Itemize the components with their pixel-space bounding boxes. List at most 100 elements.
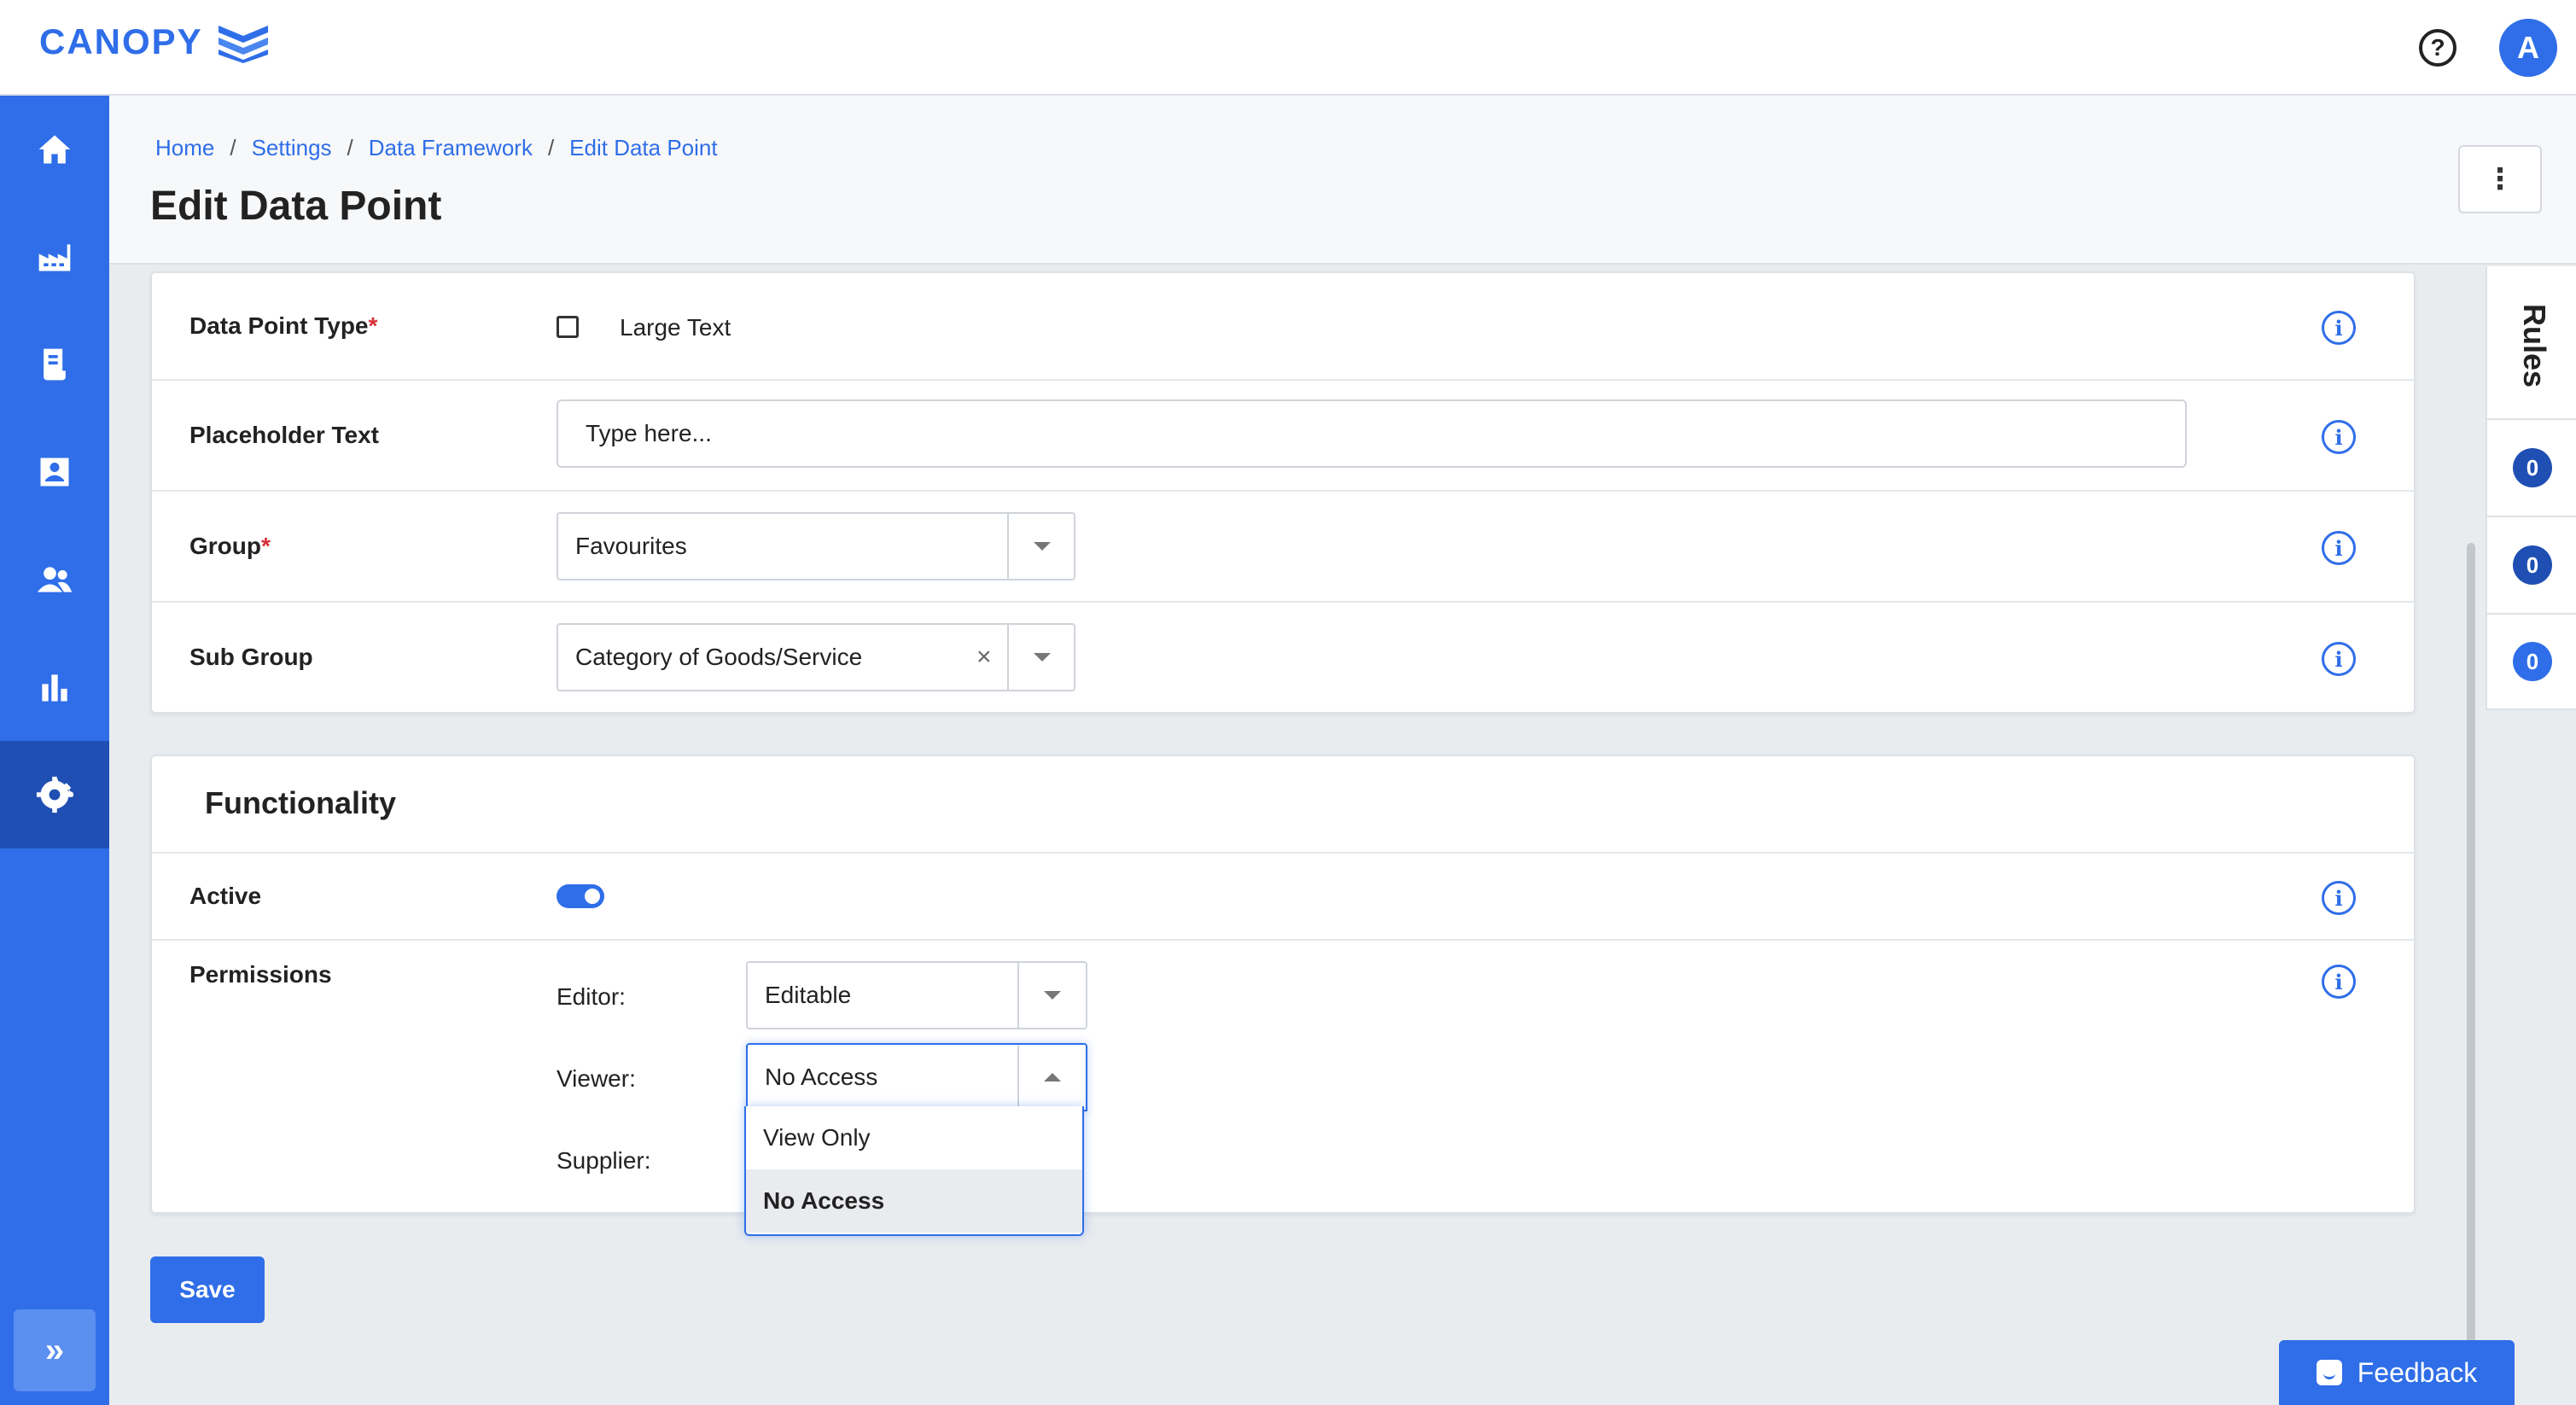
- sub-group-select[interactable]: Category of Goods/Service ×: [557, 623, 1075, 691]
- avatar-initial: A: [2517, 30, 2539, 65]
- group-label: Group*: [189, 533, 271, 560]
- sidebar-item-settings[interactable]: [0, 741, 109, 848]
- editor-select[interactable]: Editable: [746, 961, 1087, 1029]
- chevron-down-icon[interactable]: [1009, 514, 1075, 579]
- sidebar-item-analytics[interactable]: [0, 633, 109, 741]
- supplier-label: Supplier:: [557, 1147, 651, 1174]
- avatar[interactable]: A: [2499, 19, 2557, 77]
- viewer-label: Viewer:: [557, 1065, 636, 1092]
- editor-select-value: Editable: [765, 982, 852, 1008]
- more-options-button[interactable]: ⋮: [2458, 145, 2542, 213]
- sidebar-item-users[interactable]: [0, 526, 109, 633]
- info-icon[interactable]: i: [2322, 965, 2356, 999]
- sidebar-item-documents[interactable]: [0, 311, 109, 418]
- functionality-header: Functionality: [152, 756, 2414, 854]
- data-point-type-label: Data Point Type*: [189, 312, 377, 340]
- required-mark: *: [368, 312, 378, 339]
- sidebar-item-contacts[interactable]: [0, 418, 109, 526]
- expand-sidebar-button[interactable]: »: [14, 1309, 96, 1391]
- editor-label: Editor:: [557, 983, 626, 1010]
- sidebar: »: [0, 96, 109, 1405]
- factory-icon: [38, 244, 71, 271]
- rules-title[interactable]: Rules: [2516, 304, 2552, 388]
- row-data-point-type: Data Point Type* Large Text i: [152, 273, 2414, 381]
- logo-text: CANOPY: [39, 21, 203, 61]
- chevron-down-icon[interactable]: [1019, 963, 1086, 1028]
- large-text-checkbox[interactable]: [557, 316, 579, 338]
- sidebar-item-home[interactable]: [0, 96, 109, 203]
- breadcrumb-data-framework[interactable]: Data Framework: [369, 135, 533, 161]
- viewer-dropdown-menu: View Only No Access: [744, 1106, 1084, 1236]
- info-glyph: i: [2334, 646, 2343, 672]
- info-glyph: i: [2334, 315, 2343, 341]
- group-select[interactable]: Favourites: [557, 512, 1075, 580]
- rule-count-badge: 0: [2513, 642, 2552, 681]
- save-button[interactable]: Save: [150, 1256, 265, 1323]
- breadcrumb: Home / Settings / Data Framework / Edit …: [155, 135, 718, 161]
- active-toggle[interactable]: [557, 884, 604, 908]
- sub-group-label: Sub Group: [189, 644, 313, 670]
- document-icon: [44, 348, 66, 381]
- row-placeholder-text: Placeholder Text i: [152, 381, 2414, 492]
- active-label: Active: [189, 883, 262, 909]
- sub-group-select-value: Category of Goods/Service: [575, 644, 863, 670]
- functionality-card: Functionality Active i Permissions i Edi…: [150, 755, 2416, 1214]
- rule-count-cell[interactable]: 0: [2487, 613, 2576, 710]
- viewer-select[interactable]: No Access: [746, 1043, 1087, 1111]
- breadcrumb-separator: /: [230, 135, 236, 160]
- breadcrumb-settings[interactable]: Settings: [252, 135, 332, 161]
- placeholder-text-input[interactable]: [557, 399, 2187, 468]
- users-icon: [37, 567, 73, 592]
- feedback-icon: [2316, 1360, 2342, 1385]
- chevron-down-icon[interactable]: [1009, 625, 1075, 690]
- top-bar: CANOPY ? A: [0, 0, 2576, 96]
- scrollbar-thumb[interactable]: [2467, 543, 2475, 1405]
- required-mark: *: [261, 533, 271, 559]
- clear-icon[interactable]: ×: [976, 625, 992, 690]
- permissions-label: Permissions: [189, 961, 332, 988]
- feedback-label: Feedback: [2357, 1356, 2478, 1388]
- rule-count-cell[interactable]: 0: [2487, 516, 2576, 613]
- chevron-up-icon[interactable]: [1019, 1045, 1086, 1110]
- home-icon: [38, 135, 71, 164]
- viewer-select-value[interactable]: No Access: [765, 1045, 877, 1110]
- large-text-label: Large Text: [620, 314, 731, 341]
- rule-count-badge: 0: [2513, 545, 2552, 585]
- info-icon[interactable]: i: [2322, 311, 2356, 345]
- canopy-logo[interactable]: CANOPY: [39, 20, 271, 63]
- breadcrumb-edit-data-point[interactable]: Edit Data Point: [569, 135, 717, 161]
- row-permissions: Permissions i Editor: Editable Viewer: N…: [152, 941, 2414, 1214]
- row-group: Group* Favourites i: [152, 492, 2414, 603]
- details-card: Data Point Type* Large Text i Placeholde…: [150, 271, 2416, 714]
- info-glyph: i: [2334, 885, 2343, 911]
- info-icon[interactable]: i: [2322, 881, 2356, 915]
- info-glyph: i: [2334, 969, 2343, 994]
- info-icon[interactable]: i: [2322, 642, 2356, 676]
- data-point-type-label-text: Data Point Type: [189, 312, 369, 339]
- gear-icon: [36, 776, 73, 813]
- placeholder-text-label: Placeholder Text: [189, 422, 380, 448]
- breadcrumb-home[interactable]: Home: [155, 135, 214, 161]
- info-glyph: i: [2334, 535, 2343, 561]
- option-no-access[interactable]: No Access: [746, 1169, 1082, 1233]
- row-active: Active i: [152, 854, 2414, 941]
- option-view-only[interactable]: View Only: [746, 1106, 1082, 1169]
- info-icon[interactable]: i: [2322, 420, 2356, 454]
- feedback-button[interactable]: Feedback: [2279, 1340, 2515, 1405]
- functionality-title: Functionality: [205, 785, 396, 820]
- page-title: Edit Data Point: [150, 184, 442, 229]
- group-label-text: Group: [189, 533, 261, 559]
- rules-panel: Rules 0 0 0: [2486, 266, 2576, 710]
- rule-count-badge: 0: [2513, 448, 2552, 487]
- breadcrumb-separator: /: [547, 135, 555, 160]
- expand-glyph: »: [44, 1331, 65, 1369]
- help-glyph: ?: [2430, 34, 2445, 61]
- kebab-icon: ⋮: [2486, 163, 2515, 195]
- info-icon[interactable]: i: [2322, 531, 2356, 565]
- breadcrumb-separator: /: [347, 135, 353, 160]
- sidebar-item-facilities[interactable]: [0, 203, 109, 311]
- bar-chart-icon: [42, 674, 67, 702]
- info-glyph: i: [2334, 424, 2343, 450]
- rule-count-cell[interactable]: 0: [2487, 418, 2576, 516]
- help-icon[interactable]: ?: [2419, 29, 2457, 67]
